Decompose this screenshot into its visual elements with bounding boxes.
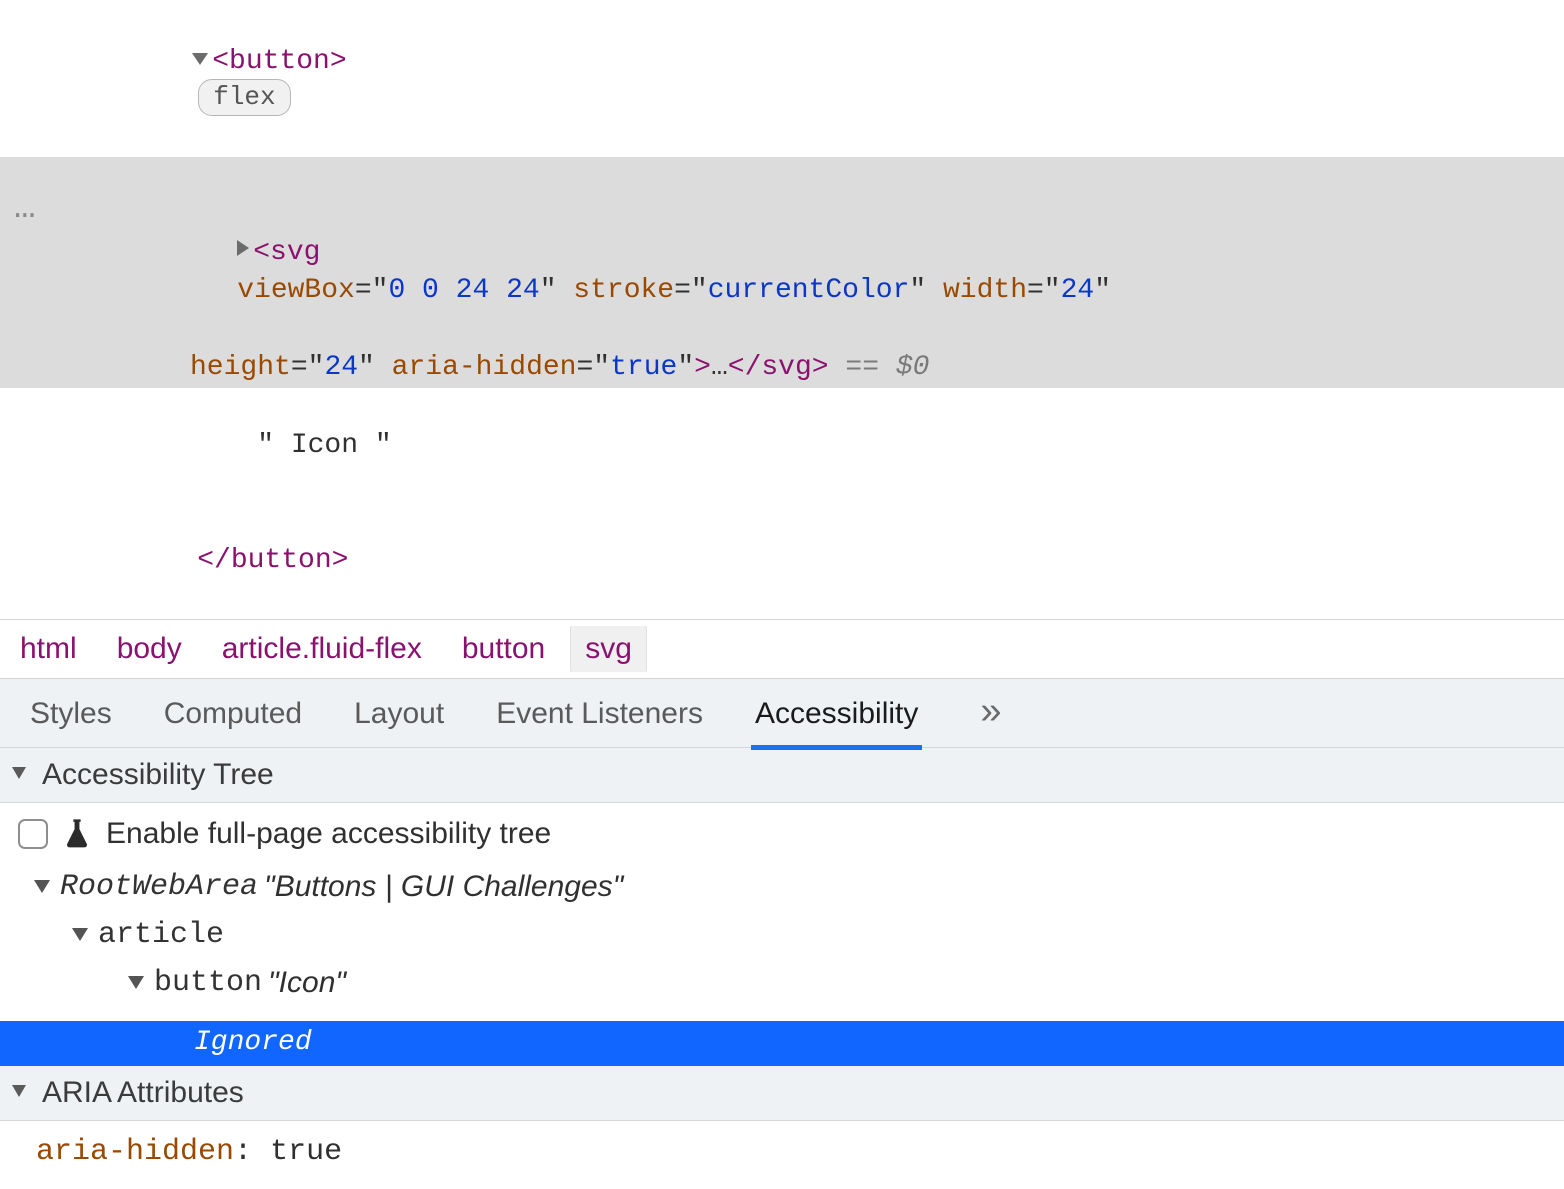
dom-node-svg-line2[interactable]: height="24" aria-hidden="true">…</svg> =… <box>0 348 1564 388</box>
chevron-down-icon <box>34 880 50 893</box>
ellipsis-icon[interactable]: … <box>14 196 35 220</box>
aria-attr-value: true <box>270 1135 342 1169</box>
tab-accessibility[interactable]: Accessibility <box>755 697 918 731</box>
section-accessibility-tree-body: Enable full-page accessibility tree Root… <box>0 803 1564 1021</box>
aria-attribute-row[interactable]: aria-hidden: true <box>0 1121 1564 1187</box>
breadcrumb-item[interactable]: button <box>462 632 545 666</box>
ax-node-ignored[interactable]: Ignored <box>0 1021 1564 1066</box>
chevron-down-icon <box>128 976 144 989</box>
chevron-down-icon <box>192 53 208 65</box>
section-title: ARIA Attributes <box>42 1076 244 1110</box>
tab-layout[interactable]: Layout <box>354 697 444 731</box>
attr-name: stroke <box>573 275 674 306</box>
ax-role: RootWebArea <box>60 863 258 911</box>
attr-value: 24 <box>1061 275 1095 306</box>
ax-role: button <box>154 959 262 1007</box>
accessibility-tree[interactable]: RootWebArea "Buttons | GUI Challenges" a… <box>16 863 1548 1007</box>
attr-name: height <box>190 352 291 383</box>
enable-full-page-tree-row[interactable]: Enable full-page accessibility tree <box>16 813 1548 863</box>
attr-name: aria-hidden <box>392 352 577 383</box>
section-aria-attributes-header[interactable]: ARIA Attributes <box>0 1066 1564 1121</box>
tag-name: svg <box>761 352 811 383</box>
text-node: " Icon " <box>257 430 391 461</box>
ax-name: "Buttons | GUI Challenges" <box>264 863 623 911</box>
ax-name: "Icon" <box>268 959 346 1007</box>
ellipsis-node[interactable]: … <box>711 352 728 383</box>
ax-role: article <box>98 911 224 959</box>
console-ref: == $0 <box>829 352 930 383</box>
sidebar-tabs[interactable]: Styles Computed Layout Event Listeners A… <box>0 679 1564 748</box>
breadcrumb[interactable]: html body article.fluid-flex button svg <box>0 619 1564 679</box>
chevron-down-icon <box>12 767 26 779</box>
aria-attr-name: aria-hidden <box>36 1135 234 1169</box>
dom-node-svg[interactable]: … <svg viewBox="0 0 24 24" stroke="curre… <box>0 157 1564 348</box>
elements-dom-tree[interactable]: <button> flex … <svg viewBox="0 0 24 24"… <box>0 0 1564 619</box>
breadcrumb-item[interactable]: html <box>20 632 77 666</box>
tab-styles[interactable]: Styles <box>30 697 112 731</box>
checkbox-enable-full-page-tree[interactable] <box>18 819 48 849</box>
breadcrumb-item[interactable]: body <box>117 632 182 666</box>
attr-value: true <box>610 352 677 383</box>
attr-value: 0 0 24 24 <box>388 275 539 306</box>
attr-value: 24 <box>324 352 358 383</box>
tag-name: button <box>229 46 330 77</box>
tab-event-listeners[interactable]: Event Listeners <box>496 697 703 731</box>
flex-badge[interactable]: flex <box>198 79 290 116</box>
chevron-right-icon <box>237 240 249 256</box>
attr-name: viewBox <box>237 275 355 306</box>
tag-name: button <box>231 545 332 576</box>
tab-computed[interactable]: Computed <box>164 697 302 731</box>
attr-value: currentColor <box>708 275 910 306</box>
breadcrumb-item[interactable]: article.fluid-flex <box>222 632 422 666</box>
dom-node-button-close[interactable]: </button> <box>0 503 1564 618</box>
breadcrumb-item-current[interactable]: svg <box>571 626 646 672</box>
ax-node-article[interactable]: article <box>16 911 1548 959</box>
chevron-down-icon <box>12 1085 26 1097</box>
enable-full-page-tree-label: Enable full-page accessibility tree <box>106 817 551 851</box>
dom-text-node[interactable]: " Icon " <box>0 388 1564 503</box>
tag-name: svg <box>270 237 320 268</box>
dom-node-button-open[interactable]: <button> flex <box>0 4 1564 157</box>
ax-node-button[interactable]: button "Icon" <box>16 959 1548 1007</box>
section-accessibility-tree-header[interactable]: Accessibility Tree <box>0 748 1564 803</box>
attr-name: width <box>943 275 1027 306</box>
section-title: Accessibility Tree <box>42 758 274 792</box>
flask-icon <box>62 817 92 851</box>
chevron-down-icon <box>72 928 88 941</box>
ax-node-rootwebarea[interactable]: RootWebArea "Buttons | GUI Challenges" <box>16 863 1548 911</box>
ax-role: Ignored <box>194 1021 312 1066</box>
